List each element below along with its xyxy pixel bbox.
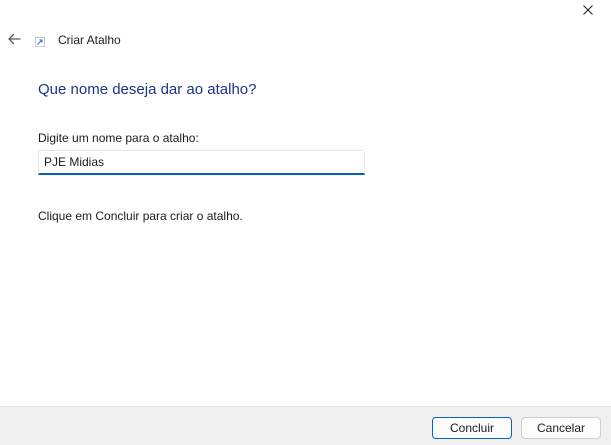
back-button[interactable] bbox=[2, 28, 26, 50]
create-shortcut-dialog: Criar Atalho Que nome deseja dar ao atal… bbox=[0, 0, 611, 445]
cancel-button[interactable]: Cancelar bbox=[521, 417, 601, 439]
instruction-text: Clique em Concluir para criar o atalho. bbox=[38, 209, 243, 223]
name-field-label: Digite um nome para o atalho: bbox=[38, 131, 199, 145]
close-button[interactable] bbox=[565, 0, 611, 20]
shortcut-name-input[interactable] bbox=[38, 150, 365, 175]
back-arrow-icon bbox=[8, 33, 21, 45]
dialog-footer: Concluir Cancelar bbox=[0, 406, 611, 445]
page-heading: Que nome deseja dar ao atalho? bbox=[38, 81, 257, 98]
close-icon bbox=[583, 5, 593, 15]
finish-button[interactable]: Concluir bbox=[432, 417, 512, 439]
shortcut-icon bbox=[35, 37, 45, 47]
dialog-title: Criar Atalho bbox=[58, 33, 121, 47]
